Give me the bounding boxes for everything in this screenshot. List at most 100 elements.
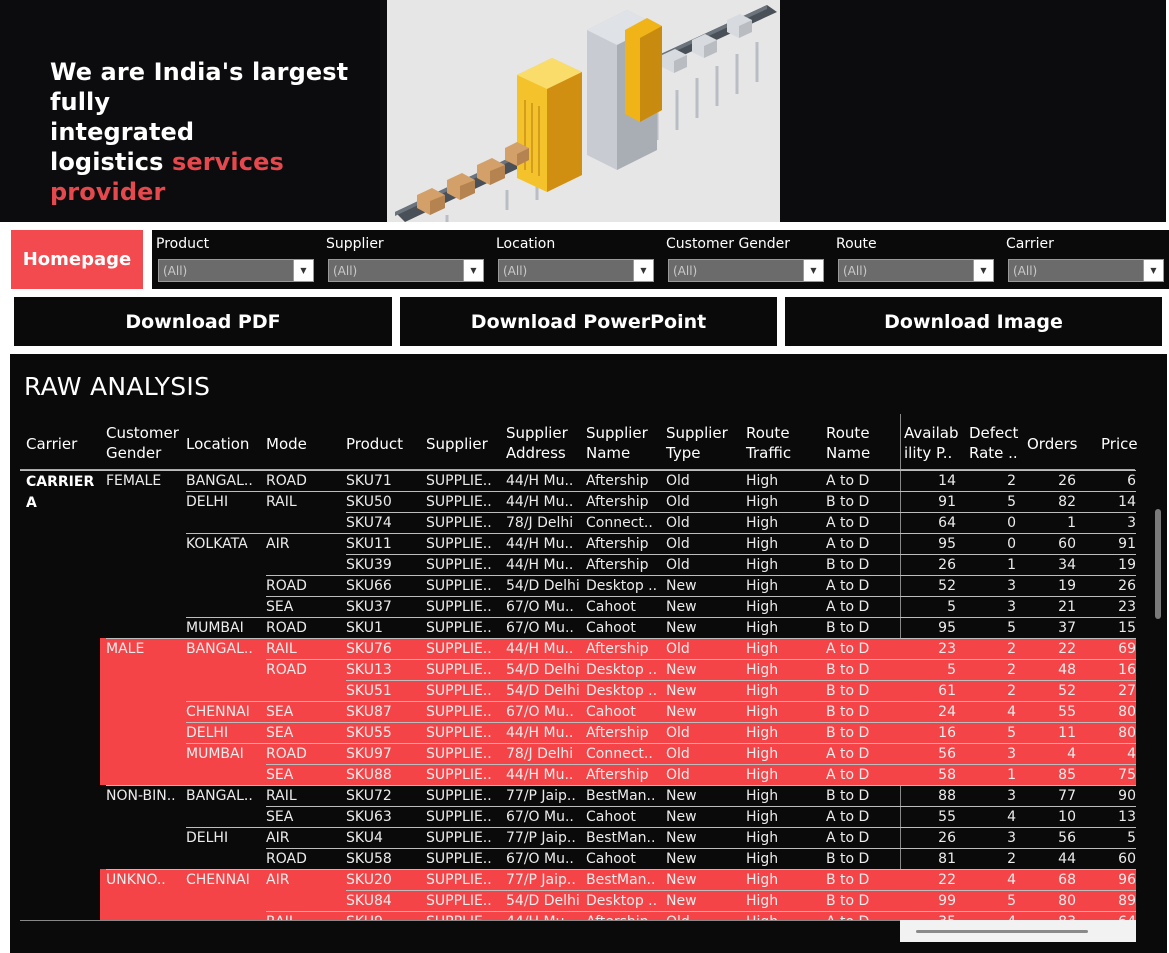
download-image-button[interactable]: Download Image: [785, 297, 1162, 346]
filter-label: Supplier: [326, 236, 384, 252]
hero-banner: We are India's largest fully integrated …: [0, 0, 1166, 222]
header-supplier-address[interactable]: Supplier Address: [506, 423, 568, 463]
cell-supplier-type: New: [666, 830, 697, 846]
cell-product: SKU39: [346, 557, 392, 573]
cell-orders: 60: [1058, 536, 1076, 552]
cell-supplier-address: 77/P Jaip..: [506, 788, 576, 804]
cell-supplier-type: New: [666, 788, 697, 804]
chevron-down-icon[interactable]: ▼: [633, 260, 653, 281]
cell-supplier-address: 67/O Mu..: [506, 599, 574, 615]
cell-supplier-name: Aftership: [586, 473, 649, 489]
cell-supplier-address: 78/J Delhi: [506, 746, 574, 762]
cell-route-traffic: High: [746, 662, 779, 678]
cell-price: 96: [1118, 872, 1136, 888]
cell-availability: 24: [938, 704, 956, 720]
header-location[interactable]: Location: [186, 434, 249, 454]
cell-supplier: SUPPLIE..: [426, 872, 492, 888]
conveyor-illustration: [387, 0, 780, 222]
cell-supplier: SUPPLIE..: [426, 494, 492, 510]
cell-route-name: B to D: [826, 704, 870, 720]
cell-supplier: SUPPLIE..: [426, 473, 492, 489]
cell-route-name: B to D: [826, 557, 870, 573]
cell-supplier: SUPPLIE..: [426, 788, 492, 804]
download-pdf-button[interactable]: Download PDF: [14, 297, 392, 346]
cell-availability: 88: [938, 788, 956, 804]
dropdown-value: (All): [1013, 263, 1038, 278]
cell-supplier: SUPPLIE..: [426, 851, 492, 867]
chevron-down-icon[interactable]: ▼: [1143, 260, 1163, 281]
cell-defect-rate: 5: [1007, 620, 1016, 636]
cell-availability: 14: [938, 473, 956, 489]
scrollbar-thumb[interactable]: [916, 930, 1088, 933]
header-mode[interactable]: Mode: [266, 434, 307, 454]
header-supplier-type[interactable]: Supplier Type: [666, 423, 728, 463]
header-supplier-name[interactable]: Supplier Name: [586, 423, 648, 463]
header-price[interactable]: Price: [1101, 434, 1138, 454]
cell-orders: 34: [1058, 557, 1076, 573]
header-supplier[interactable]: Supplier: [426, 434, 488, 454]
cell-route-name: B to D: [826, 851, 870, 867]
horizontal-scrollbar[interactable]: [900, 920, 1136, 942]
cell-mode: SEA: [266, 725, 294, 741]
filter-label: Product: [156, 236, 210, 252]
banner-line-3-plain: logistics: [50, 148, 172, 176]
cell-supplier-address: 77/P Jaip..: [506, 830, 576, 846]
chevron-down-icon[interactable]: ▼: [803, 260, 823, 281]
cell-orders: 21: [1058, 599, 1076, 615]
cell-orders: 77: [1058, 788, 1076, 804]
cell-availability: 26: [938, 830, 956, 846]
cell-product: SKU72: [346, 788, 392, 804]
header-route-traffic[interactable]: Route Traffic: [746, 423, 791, 463]
header-carrier[interactable]: Carrier: [26, 434, 77, 454]
customer-gender-dropdown[interactable]: (All) ▼: [668, 259, 824, 282]
download-powerpoint-button[interactable]: Download PowerPoint: [400, 297, 777, 346]
cell-price: 16: [1118, 662, 1136, 678]
cell-supplier-name: Aftership: [586, 494, 649, 510]
header-orders[interactable]: Orders: [1027, 434, 1077, 454]
chevron-down-icon[interactable]: ▼: [973, 260, 993, 281]
cell-orders: 80: [1058, 893, 1076, 909]
cell-mode: RAIL: [266, 788, 297, 804]
chevron-down-icon[interactable]: ▼: [293, 260, 313, 281]
cell-mode: SEA: [266, 704, 294, 720]
cell-supplier-type: New: [666, 704, 697, 720]
vertical-scrollbar[interactable]: [1155, 509, 1161, 619]
supplier-dropdown[interactable]: (All) ▼: [328, 259, 484, 282]
cell-location: DELHI: [186, 830, 229, 846]
cell-defect-rate: 3: [1007, 578, 1016, 594]
product-dropdown[interactable]: (All) ▼: [158, 259, 314, 282]
cell-price: 15: [1118, 620, 1136, 636]
cell-mode: ROAD: [266, 746, 307, 762]
header-product[interactable]: Product: [346, 434, 403, 454]
cell-price: 69: [1118, 641, 1136, 657]
cell-price: 75: [1118, 767, 1136, 783]
cell-route-traffic: High: [746, 620, 779, 636]
header-route-name[interactable]: Route Name: [826, 423, 870, 463]
cell-supplier-name: BestMan..: [586, 872, 656, 888]
chevron-down-icon[interactable]: ▼: [463, 260, 483, 281]
header-defect-rate[interactable]: Defect Rate ..: [969, 423, 1018, 463]
header-line: Supplier: [506, 424, 568, 442]
cell-supplier-type: New: [666, 578, 697, 594]
cell-mode: SEA: [266, 809, 294, 825]
carrier-dropdown[interactable]: (All) ▼: [1008, 259, 1164, 282]
route-dropdown[interactable]: (All) ▼: [838, 259, 994, 282]
cell-route-traffic: High: [746, 536, 779, 552]
cell-supplier-name: Aftership: [586, 767, 649, 783]
header-customer-gender[interactable]: Customer Gender: [106, 423, 179, 463]
cell-route-traffic: High: [746, 746, 779, 762]
cell-product: SKU50: [346, 494, 392, 510]
cell-supplier: SUPPLIE..: [426, 809, 492, 825]
cell-route-name: B to D: [826, 725, 870, 741]
cell-route-name: B to D: [826, 872, 870, 888]
cell-location: CHENNAI: [186, 704, 250, 720]
cell-supplier-address: 44/H Mu..: [506, 494, 574, 510]
header-availability[interactable]: Availab ility P..: [904, 423, 959, 463]
cell-price: 27: [1118, 683, 1136, 699]
cell-defect-rate: 2: [1007, 683, 1016, 699]
cell-supplier-type: New: [666, 620, 697, 636]
location-dropdown[interactable]: (All) ▼: [498, 259, 654, 282]
cell-location: KOLKATA: [186, 536, 248, 552]
homepage-button[interactable]: Homepage: [11, 230, 143, 289]
cell-orders: 44: [1058, 851, 1076, 867]
